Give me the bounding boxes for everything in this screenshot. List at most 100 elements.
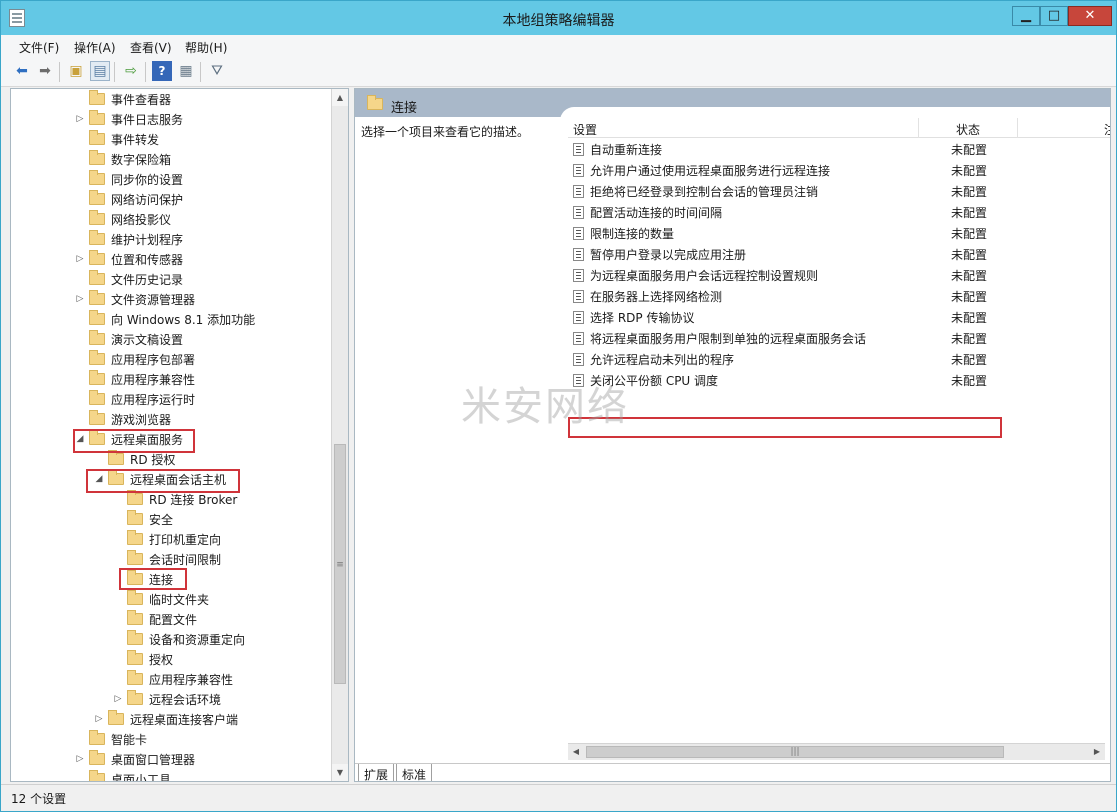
menu-file[interactable]: 文件(F)	[19, 39, 59, 56]
back-arrow-icon[interactable]: ⬅	[12, 61, 32, 81]
tree-item[interactable]: ▷ 文件资源管理器	[74, 289, 195, 309]
list-horizontal-scrollbar[interactable]: ◀ ||| ▶	[568, 743, 1105, 760]
forward-arrow-icon[interactable]: ➡	[35, 61, 55, 81]
tree-item[interactable]: 应用程序运行时	[74, 389, 195, 409]
expander-icon[interactable]: ▷	[74, 294, 86, 304]
show-hide-tree-icon[interactable]: ▤	[90, 61, 110, 81]
scroll-right-icon[interactable]: ▶	[1089, 744, 1105, 760]
setting-status: 未配置	[951, 269, 988, 283]
up-folder-icon[interactable]: ▣	[66, 61, 86, 81]
setting-row[interactable]: 允许用户通过使用远程桌面服务进行远程连接 未配置	[568, 160, 1110, 181]
setting-row[interactable]: 配置活动连接的时间间隔 未配置	[568, 202, 1110, 223]
tree-item-label: 智能卡	[111, 732, 148, 747]
tree-item[interactable]: 应用程序兼容性	[74, 369, 195, 389]
menu-view[interactable]: 查看(V)	[130, 39, 172, 56]
setting-row[interactable]: 选择 RDP 传输协议 未配置	[568, 307, 1110, 328]
expander-icon[interactable]: ▷	[74, 254, 86, 264]
hscroll-thumb[interactable]: |||	[586, 746, 1004, 758]
tree-item[interactable]: 临时文件夹	[112, 589, 209, 609]
tree-item-label: 文件资源管理器	[111, 292, 196, 307]
tree-vertical-scrollbar[interactable]: ▲ ≡ ▼	[331, 89, 348, 781]
scroll-down-icon[interactable]: ▼	[332, 764, 348, 781]
tree-item[interactable]: 设备和资源重定向	[112, 629, 245, 649]
setting-row[interactable]: 暂停用户登录以完成应用注册 未配置	[568, 244, 1110, 265]
column-status[interactable]: 状态	[956, 121, 980, 138]
scroll-thumb[interactable]: ≡	[334, 444, 346, 684]
tree-item[interactable]: ▷ 远程会话环境	[112, 689, 221, 709]
tree-item[interactable]: 文件历史记录	[74, 269, 183, 289]
setting-status: 未配置	[951, 143, 988, 157]
tree-item-label: 桌面窗口管理器	[111, 752, 196, 767]
folder-icon	[108, 450, 124, 465]
expander-icon[interactable]: ▷	[74, 754, 86, 764]
setting-row[interactable]: 关闭公平份额 CPU 调度 未配置	[568, 370, 1110, 391]
tree-item[interactable]: 向 Windows 8.1 添加功能	[74, 309, 255, 329]
close-button[interactable]: ✕	[1068, 6, 1112, 26]
column-setting[interactable]: 设置	[573, 121, 597, 138]
status-text: 12 个设置	[11, 792, 67, 806]
tree-item[interactable]: 维护计划程序	[74, 229, 183, 249]
tree-item[interactable]: 配置文件	[112, 609, 197, 629]
tree-item[interactable]: 游戏浏览器	[74, 409, 171, 429]
tree-item[interactable]: ▷ 远程桌面连接客户端	[93, 709, 238, 729]
tree-item-label: 临时文件夹	[149, 592, 210, 607]
tree-item[interactable]: 打印机重定向	[112, 529, 221, 549]
tree-item[interactable]: 应用程序包部署	[74, 349, 195, 369]
tree-item[interactable]: ▷ 事件日志服务	[74, 109, 183, 129]
tree-item[interactable]: 事件查看器	[74, 89, 171, 109]
tree-item[interactable]: 演示文稿设置	[74, 329, 183, 349]
tree-item-label: 网络访问保护	[111, 192, 184, 207]
properties-pane-icon[interactable]: ▦	[176, 61, 196, 81]
tree-item[interactable]: 智能卡	[74, 729, 147, 749]
setting-row[interactable]: 拒绝将已经登录到控制台会话的管理员注销 未配置	[568, 181, 1110, 202]
setting-row[interactable]: 限制连接的数量 未配置	[568, 223, 1110, 244]
menu-help[interactable]: 帮助(H)	[185, 39, 227, 56]
menu-action[interactable]: 操作(A)	[74, 39, 116, 56]
maximize-button[interactable]: □	[1040, 6, 1068, 26]
tree-item[interactable]: 网络投影仪	[74, 209, 171, 229]
tree-item[interactable]: 授权	[112, 649, 173, 669]
expander-icon[interactable]: ▷	[93, 714, 105, 724]
column-separator[interactable]	[918, 118, 919, 138]
tree-item[interactable]: 事件转发	[74, 129, 159, 149]
policy-setting-icon	[573, 269, 584, 282]
tab-standard[interactable]: 标准	[396, 764, 433, 781]
tree-item-label: 应用程序运行时	[111, 392, 196, 407]
folder-icon	[89, 330, 105, 345]
help-icon[interactable]: ?	[152, 61, 172, 81]
tree-item[interactable]: 网络访问保护	[74, 189, 183, 209]
export-list-icon[interactable]: ⇨	[121, 61, 141, 81]
minimize-button[interactable]: ▁	[1012, 6, 1040, 26]
setting-row[interactable]: 在服务器上选择网络检测 未配置	[568, 286, 1110, 307]
tree-item-label: 应用程序包部署	[111, 352, 196, 367]
tree-item[interactable]: 应用程序兼容性	[112, 669, 233, 689]
expander-icon[interactable]: ▷	[112, 694, 124, 704]
setting-row[interactable]: 允许远程启动未列出的程序 未配置	[568, 349, 1110, 370]
column-comment[interactable]: 注	[1104, 121, 1110, 138]
setting-row[interactable]: 自动重新连接 未配置	[568, 139, 1110, 160]
tree-item[interactable]: 安全	[112, 509, 173, 529]
tree-item[interactable]: ▷ 桌面窗口管理器	[74, 749, 195, 769]
tree-item[interactable]: 数字保险箱	[74, 149, 171, 169]
tree-item[interactable]: 桌面小工具	[74, 769, 171, 781]
console-tree[interactable]: 事件查看器 ▷ 事件日志服务 事件转发 数字保险箱 同步你的设置网络访问保护网络投影仪 维护…	[10, 88, 349, 782]
setting-row[interactable]: 为远程桌面服务用户会话远程控制设置规则 未配置	[568, 265, 1110, 286]
scroll-left-icon[interactable]: ◀	[568, 744, 584, 760]
tree-item[interactable]: 同步你的设置	[74, 169, 183, 189]
folder-icon	[127, 690, 143, 705]
tab-extended[interactable]: 扩展	[358, 764, 395, 781]
policy-setting-icon	[573, 227, 584, 240]
folder-icon	[89, 110, 105, 125]
title-bar[interactable]: 本地组策略编辑器 ▁ □ ✕	[1, 1, 1116, 35]
tree-item[interactable]: 会话时间限制	[112, 549, 221, 569]
column-separator[interactable]	[1017, 118, 1018, 138]
folder-icon	[89, 290, 105, 305]
setting-row[interactable]: 将远程桌面服务用户限制到单独的远程桌面服务会话 未配置	[568, 328, 1110, 349]
expander-icon[interactable]: ▷	[74, 114, 86, 124]
folder-icon	[127, 650, 143, 665]
setting-name: 自动重新连接	[590, 143, 663, 157]
tree-item[interactable]: ▷ 位置和传感器	[74, 249, 183, 269]
scroll-up-icon[interactable]: ▲	[332, 89, 348, 106]
setting-status: 未配置	[951, 353, 988, 367]
filter-icon[interactable]: ⛛	[207, 61, 227, 81]
